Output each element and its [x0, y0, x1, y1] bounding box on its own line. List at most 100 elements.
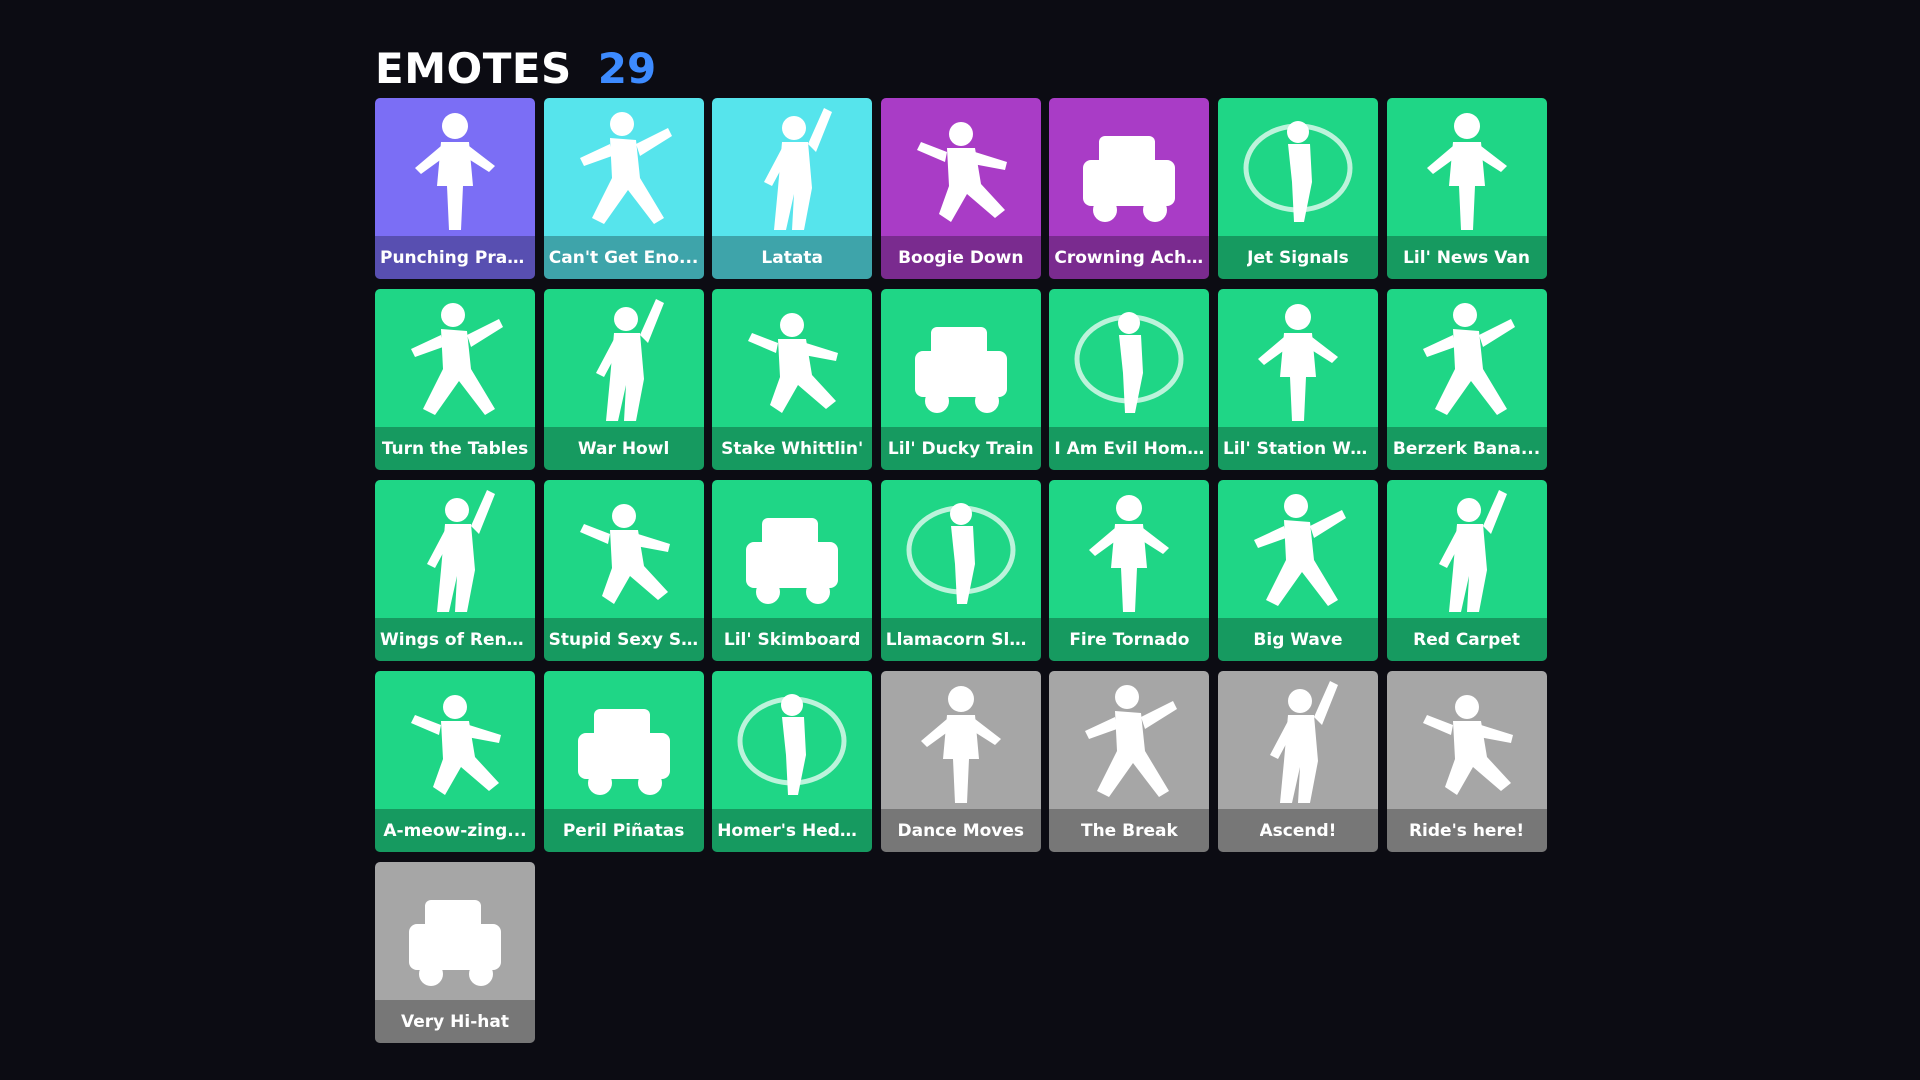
emote-label-bar: Red Carpet — [1386, 618, 1547, 661]
emote-label-bar: Lil' Ducky Train — [880, 427, 1041, 470]
emote-label-bar: Dance Moves — [880, 809, 1041, 852]
emote-tile[interactable]: Fire Tornado — [1049, 480, 1210, 661]
crown-tray-figure-icon — [1049, 98, 1209, 236]
emote-tile[interactable]: War Howl — [543, 289, 704, 470]
emotes-title: EMOTES — [375, 44, 572, 93]
emote-tile[interactable]: Peril Piñatas — [543, 671, 704, 852]
emote-tile[interactable]: Lil' Skimboard — [712, 480, 873, 661]
emote-label-bar: War Howl — [543, 427, 704, 470]
emote-label-bar: Can't Get Eno... — [543, 236, 704, 279]
emote-tile[interactable]: Red Carpet — [1386, 480, 1547, 661]
warrior-figure-icon — [544, 289, 704, 427]
emote-label-bar: Llamacorn Sle... — [880, 618, 1041, 661]
emote-label-bar: The Break — [1049, 809, 1210, 852]
drum-kit-icon — [1049, 671, 1209, 809]
dancer-lunge-icon — [712, 98, 872, 236]
emote-label: Lil' Skimboard — [723, 629, 861, 650]
emote-label-bar: Jet Signals — [1217, 236, 1378, 279]
emote-tile[interactable]: I Am Evil Homer — [1049, 289, 1210, 470]
emote-label-bar: Lil' Station Wa... — [1217, 427, 1378, 470]
emote-label-bar: Homer's Hedg... — [712, 809, 873, 852]
emote-label: Lil' News Van — [1403, 247, 1531, 268]
emote-label: Crowning Achi... — [1054, 247, 1205, 268]
winged-figure-icon — [375, 480, 535, 618]
emote-label: Very Hi-hat — [401, 1011, 509, 1032]
emote-label: Peril Piñatas — [562, 820, 685, 841]
emote-label: Ascend! — [1259, 820, 1337, 841]
emote-label-bar: Ascend! — [1217, 809, 1378, 852]
emote-label-bar: Wings of Reno... — [375, 618, 535, 661]
emote-tile[interactable]: Big Wave — [1217, 480, 1378, 661]
emote-label: The Break — [1080, 820, 1178, 841]
ascending-figure-icon — [1218, 671, 1378, 809]
emote-tile[interactable]: Wings of Reno... — [375, 480, 535, 661]
emote-label: Jet Signals — [1247, 247, 1349, 268]
emote-label-bar: Punching Prac... — [375, 236, 535, 279]
emote-tile[interactable]: Stupid Sexy Sk... — [543, 480, 704, 661]
drummer-figure-icon — [375, 862, 535, 1000]
emote-tile[interactable]: Homer's Hedg... — [712, 671, 873, 852]
emote-label: Stupid Sexy Sk... — [548, 629, 699, 650]
dancer-arm-up-icon — [544, 98, 704, 236]
emote-label: Ride's here! — [1408, 820, 1525, 841]
emote-label: Boogie Down — [898, 247, 1024, 268]
emote-label-bar: Ride's here! — [1386, 809, 1547, 852]
emote-tile[interactable]: Ascend! — [1217, 671, 1378, 852]
emote-label-bar: Boogie Down — [880, 236, 1041, 279]
emote-label: Lil' Station Wa... — [1222, 438, 1373, 459]
ducky-train-icon — [881, 289, 1041, 427]
emote-tile[interactable]: Lil' Ducky Train — [880, 289, 1041, 470]
running-figure-icon — [881, 671, 1041, 809]
emote-tile[interactable]: Punching Prac... — [375, 98, 535, 279]
emote-tile[interactable]: Turn the Tables — [375, 289, 535, 470]
llamacorn-sled-icon — [881, 480, 1041, 618]
emote-label: Red Carpet — [1413, 629, 1520, 650]
emote-tile[interactable]: Stake Whittlin' — [712, 289, 873, 470]
emote-tile[interactable]: Lil' News Van — [1386, 98, 1547, 279]
emote-label: Homer's Hedg... — [717, 820, 868, 841]
emote-tile[interactable]: Can't Get Eno... — [543, 98, 704, 279]
emote-label: Turn the Tables — [381, 438, 529, 459]
emotes-page: EMOTES 29 Punching Prac... Can't Get Eno… — [0, 0, 1920, 1080]
magician-figure-icon — [375, 671, 535, 809]
emote-label: Lil' Ducky Train — [887, 438, 1034, 459]
emote-label-bar: Latata — [712, 236, 873, 279]
emote-tile[interactable]: Latata — [712, 98, 873, 279]
emote-label-bar: Lil' Skimboard — [712, 618, 873, 661]
emote-label-bar: A-meow-zing... — [375, 809, 535, 852]
emote-label: Big Wave — [1253, 629, 1343, 650]
emote-tile[interactable]: A-meow-zing... — [375, 671, 535, 852]
emote-tile[interactable]: Ride's here! — [1386, 671, 1547, 852]
banana-figure-icon — [1387, 289, 1547, 427]
emote-label: War Howl — [577, 438, 670, 459]
emote-tile[interactable]: Jet Signals — [1217, 98, 1378, 279]
emotes-header: EMOTES 29 — [375, 44, 656, 94]
emote-label-bar: Stupid Sexy Sk... — [543, 618, 704, 661]
emote-label: Punching Prac... — [380, 247, 530, 268]
station-wagon-icon — [1218, 289, 1378, 427]
waving-figure-icon — [1218, 480, 1378, 618]
emote-label-bar: Very Hi-hat — [375, 1000, 535, 1043]
emote-label-bar: I Am Evil Homer — [1049, 427, 1210, 470]
emote-label: Llamacorn Sle... — [885, 629, 1036, 650]
emote-label: Fire Tornado — [1069, 629, 1190, 650]
emote-label: Berzerk Bana... — [1392, 438, 1541, 459]
emote-tile[interactable]: The Break — [1049, 671, 1210, 852]
emote-grid: Punching Prac... Can't Get Eno... Latata… — [375, 98, 1547, 1043]
dancer-figure-icon — [881, 98, 1041, 236]
emote-label-bar: Turn the Tables — [375, 427, 535, 470]
emote-label-bar: Lil' News Van — [1386, 236, 1547, 279]
emote-tile[interactable]: Llamacorn Sle... — [880, 480, 1041, 661]
emote-label-bar: Big Wave — [1217, 618, 1378, 661]
emotes-count: 29 — [597, 44, 657, 93]
emote-tile[interactable]: Dance Moves — [880, 671, 1041, 852]
emote-tile[interactable]: Very Hi-hat — [375, 862, 535, 1043]
skier-figure-icon — [544, 480, 704, 618]
skimboard-figure-icon — [712, 480, 872, 618]
emote-tile[interactable]: Berzerk Bana... — [1386, 289, 1547, 470]
emote-tile[interactable]: Lil' Station Wa... — [1217, 289, 1378, 470]
emote-tile[interactable]: Boogie Down — [880, 98, 1041, 279]
news-van-icon — [1387, 98, 1547, 236]
emote-label-bar: Peril Piñatas — [543, 809, 704, 852]
emote-tile[interactable]: Crowning Achi... — [1049, 98, 1210, 279]
